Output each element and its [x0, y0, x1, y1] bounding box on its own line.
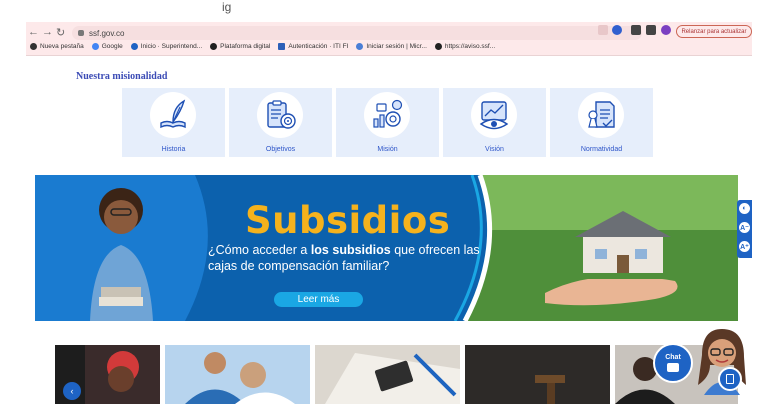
circle-bg [150, 92, 196, 138]
share-icon[interactable] [598, 25, 608, 35]
top-strip: ig [0, 0, 758, 22]
font-decrease-icon[interactable]: A⁻ [739, 222, 750, 233]
news-carousel [55, 345, 738, 404]
bookmark-item[interactable]: Plataforma digital [210, 43, 270, 50]
mission-chart-icon [373, 99, 403, 128]
back-icon[interactable]: ← [28, 26, 39, 38]
bookmark-item[interactable]: Inicio · Superintend... [130, 43, 202, 50]
bookmark-item[interactable]: Autenticación · ITI FI [278, 43, 348, 50]
circle-bg [364, 92, 410, 138]
banner-title: Subsidios [245, 199, 451, 242]
card-vision[interactable]: Visión [443, 88, 546, 157]
sidebar-icon[interactable] [646, 25, 656, 35]
read-more-button[interactable]: Leer más [274, 292, 363, 307]
chat-label: Chat [665, 354, 681, 361]
chat-bubble-icon [667, 363, 679, 372]
bookmark-item[interactable]: https://aviso.ssf... [434, 43, 495, 50]
update-button[interactable]: Relanzar para actualizar [676, 25, 752, 38]
forward-icon[interactable]: → [42, 26, 53, 38]
font-increase-icon[interactable]: A⁺ [739, 241, 750, 252]
card-label: Objetivos [265, 146, 296, 153]
banner-subtitle: ¿Cómo acceder a los subsidios que ofrece… [208, 243, 480, 273]
card-label: Historia [161, 146, 186, 153]
card-label: Misión [377, 146, 398, 153]
bookmarks-bar: Nueva pestaña Google Inicio · Superinten… [30, 43, 495, 50]
quill-book-icon [160, 99, 186, 129]
address-bar[interactable]: ssf.gov.co [72, 26, 642, 40]
carousel-thumb[interactable] [465, 345, 610, 404]
github-icon [434, 43, 442, 50]
ssf-icon [130, 43, 138, 50]
lock-icon [78, 30, 84, 36]
contrast-icon[interactable]: ◐ [739, 203, 750, 214]
carousel-thumb[interactable] [315, 345, 460, 404]
card-historia[interactable]: Historia [122, 88, 225, 157]
reload-icon[interactable]: ↻ [56, 26, 65, 39]
card-label: Normatividad [580, 146, 623, 153]
bookmark-item[interactable]: Nueva pestaña [30, 43, 84, 50]
clipboard-target-icon [267, 100, 296, 129]
circle-bg [471, 92, 517, 138]
browser-chrome: ← → ↻ ssf.gov.co Relanzar para actualiza… [26, 22, 752, 56]
microsoft-icon [356, 43, 364, 50]
profile-avatar[interactable] [661, 25, 671, 35]
document-stamp-icon [588, 101, 615, 128]
document-icon [726, 374, 734, 384]
chat-button[interactable]: Chat [653, 343, 693, 383]
bookmark-item[interactable]: Iniciar sesión | Micr... [356, 43, 427, 50]
subsidios-banner[interactable]: Subsidios ¿Cómo acceder a los subsidios … [35, 175, 738, 321]
eye-trend-icon [479, 101, 509, 130]
chrome-icon [30, 43, 37, 50]
github-icon [210, 43, 218, 50]
card-mision[interactable]: Misión [336, 88, 439, 157]
url-text: ssf.gov.co [89, 28, 125, 38]
circle-bg [257, 92, 303, 138]
extensions-icon[interactable] [631, 25, 641, 35]
truncated-text: ig [222, 0, 232, 14]
app-icon [278, 43, 286, 50]
card-normatividad[interactable]: Normatividad [550, 88, 653, 157]
carousel-thumb[interactable] [165, 345, 310, 404]
card-label: Visión [485, 146, 504, 153]
section-title: Nuestra misionalidad [76, 71, 168, 82]
accessibility-bar: ◐ A⁻ A⁺ [737, 200, 752, 258]
google-icon [91, 43, 99, 50]
bookmark-item[interactable]: Google [91, 43, 123, 50]
bookmark-star-icon[interactable] [612, 25, 622, 35]
card-objetivos[interactable]: Objetivos [229, 88, 332, 157]
carousel-prev-icon[interactable]: ‹ [63, 382, 81, 400]
assistant-menu-button[interactable] [718, 367, 742, 391]
circle-bg [578, 92, 624, 138]
